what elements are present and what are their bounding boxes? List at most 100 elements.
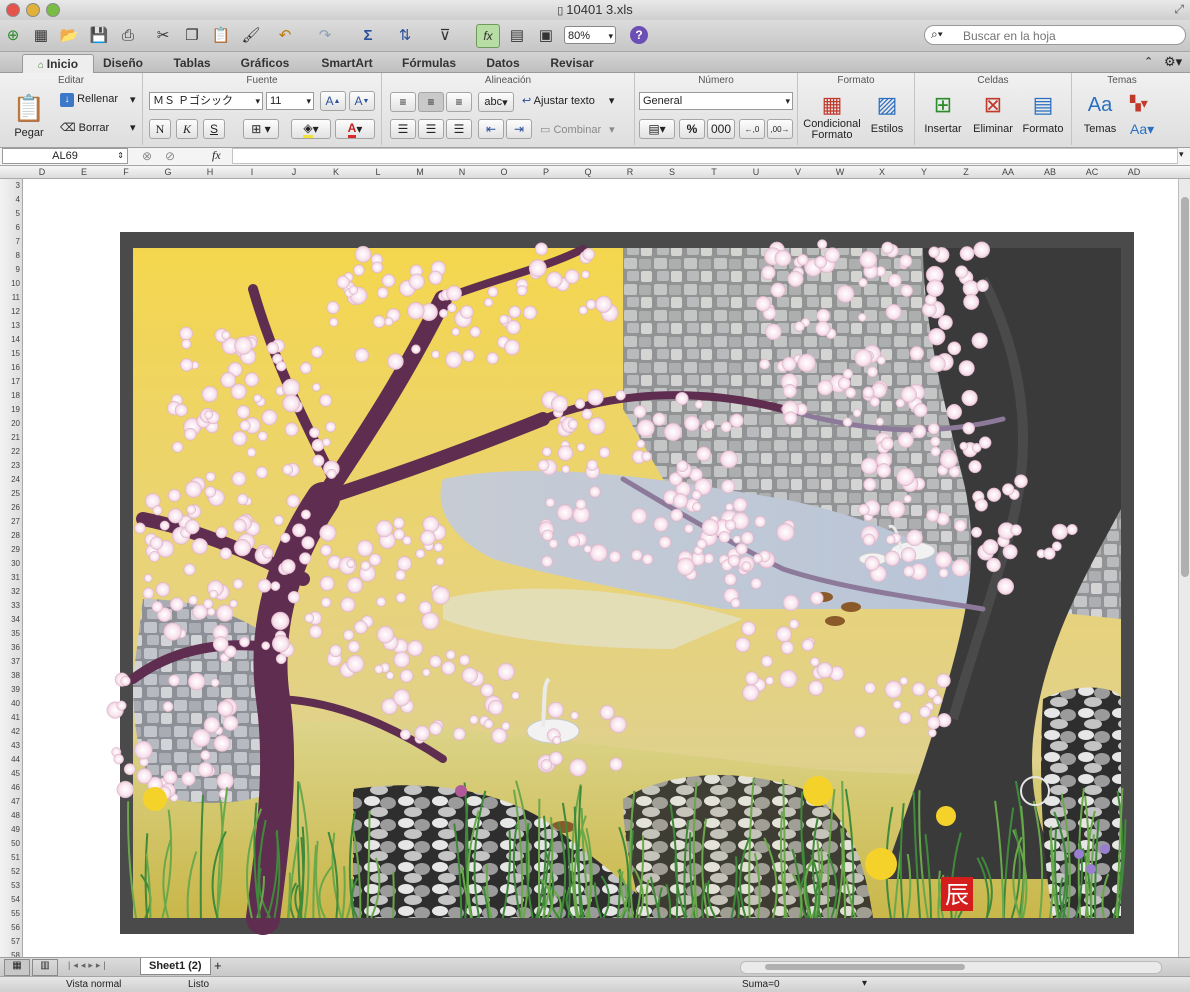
row-header[interactable]: 25 [0, 487, 20, 501]
fill-color-button[interactable]: ◈ ▾ [291, 119, 331, 139]
formula-builder-icon[interactable]: fx [476, 24, 500, 48]
sheet-nav-arrows[interactable]: |◂◂▸▸| [68, 960, 109, 971]
row-header[interactable]: 17 [0, 375, 20, 389]
column-header[interactable]: F [105, 166, 147, 178]
column-header[interactable]: AB [1029, 166, 1071, 178]
function-wizard-button[interactable]: fx [212, 148, 221, 163]
column-header[interactable]: S [651, 166, 693, 178]
row-header[interactable]: 16 [0, 361, 20, 375]
row-header[interactable]: 40 [0, 697, 20, 711]
row-header[interactable]: 35 [0, 627, 20, 641]
borders-button[interactable]: ⊞ ▾ [243, 119, 279, 139]
add-sheet-button[interactable]: + [214, 958, 222, 973]
sheet-tab[interactable]: Sheet1 (2) [140, 958, 211, 975]
theme-fonts-button[interactable]: Aa▾ [1130, 121, 1154, 138]
row-header[interactable]: 8 [0, 249, 20, 263]
row-header[interactable]: 45 [0, 767, 20, 781]
row-header[interactable]: 54 [0, 893, 20, 907]
percent-button[interactable]: % [679, 119, 705, 139]
column-header[interactable]: Z [945, 166, 987, 178]
row-header[interactable]: 7 [0, 235, 20, 249]
text-orientation-button[interactable]: abc ▾ [478, 92, 514, 112]
print-icon[interactable]: ⎙ [117, 24, 139, 46]
artwork-picture[interactable]: 辰 [23, 179, 1178, 957]
search-input[interactable] [961, 28, 1165, 44]
open-icon[interactable]: 📂 [58, 24, 80, 46]
column-header[interactable]: Q [567, 166, 609, 178]
horizontal-scroll-thumb[interactable] [765, 964, 965, 970]
column-header[interactable]: AC [1071, 166, 1113, 178]
tab-revisar[interactable]: Revisar [542, 54, 602, 72]
tab-diseno[interactable]: Diseño [96, 54, 150, 72]
align-middle-button[interactable]: ≡ [418, 92, 444, 112]
row-header[interactable]: 11 [0, 291, 20, 305]
font-color-button[interactable]: A ▾ [335, 119, 375, 139]
row-header[interactable]: 6 [0, 221, 20, 235]
gallery-icon[interactable]: ▦ [30, 24, 52, 46]
sum-status[interactable]: Suma=0 [742, 979, 780, 990]
grow-font-button[interactable]: A ▲ [320, 91, 346, 111]
row-header[interactable]: 30 [0, 557, 20, 571]
cut-icon[interactable]: ✂ [152, 24, 174, 46]
vertical-scrollbar[interactable] [1178, 179, 1190, 957]
column-header[interactable]: U [735, 166, 777, 178]
bold-button[interactable]: N [149, 119, 171, 139]
merge-button[interactable]: ▭ Combinar ▾ [540, 123, 615, 136]
number-format-select[interactable]: General ▾ [639, 92, 793, 110]
row-header[interactable]: 5 [0, 207, 20, 221]
column-header[interactable]: N [441, 166, 483, 178]
row-header[interactable]: 39 [0, 683, 20, 697]
column-header[interactable]: I [231, 166, 273, 178]
column-header[interactable]: X [861, 166, 903, 178]
row-header[interactable]: 42 [0, 725, 20, 739]
decrease-indent-button[interactable]: ⇤ [478, 119, 504, 139]
tab-inicio[interactable]: ⌂ Inicio [22, 54, 94, 73]
row-header[interactable]: 21 [0, 431, 20, 445]
decrease-decimal-button[interactable]: ,00→ [767, 119, 793, 139]
thousands-separator-button[interactable]: 000 [707, 119, 735, 139]
column-header[interactable]: R [609, 166, 651, 178]
row-header[interactable]: 48 [0, 809, 20, 823]
zoom-select[interactable]: 80% ▾ [564, 26, 616, 44]
row-header[interactable]: 43 [0, 739, 20, 753]
row-header[interactable]: 34 [0, 613, 20, 627]
tab-formulas[interactable]: Fórmulas [396, 54, 462, 72]
format-cells-button[interactable]: ▤ Formato [1019, 91, 1067, 135]
increase-indent-button[interactable]: ⇥ [506, 119, 532, 139]
row-header[interactable]: 3 [0, 179, 20, 193]
theme-colors-icon[interactable]: ▚▾ [1130, 95, 1148, 112]
align-center-button[interactable]: ☰ [418, 119, 444, 139]
row-header[interactable]: 52 [0, 865, 20, 879]
row-header[interactable]: 56 [0, 921, 20, 935]
help-icon[interactable]: ? [628, 24, 650, 46]
column-header[interactable]: K [315, 166, 357, 178]
underline-button[interactable]: S [203, 119, 225, 139]
name-box[interactable]: AL69 ⇕ [2, 148, 128, 164]
row-header[interactable]: 47 [0, 795, 20, 809]
autosum-icon[interactable]: Σ [357, 24, 379, 46]
row-header[interactable]: 31 [0, 571, 20, 585]
row-header[interactable]: 49 [0, 823, 20, 837]
toolbox-icon[interactable]: ▤ [506, 24, 528, 46]
cancel-entry-icon[interactable]: ⊗ [142, 149, 152, 163]
column-header[interactable]: J [273, 166, 315, 178]
row-header[interactable]: 50 [0, 837, 20, 851]
row-header[interactable]: 15 [0, 347, 20, 361]
column-header[interactable]: T [693, 166, 735, 178]
column-header[interactable]: H [189, 166, 231, 178]
row-header[interactable]: 41 [0, 711, 20, 725]
column-header[interactable]: P [525, 166, 567, 178]
tab-datos[interactable]: Datos [478, 54, 528, 72]
undo-icon[interactable]: ↶ [274, 24, 296, 46]
horizontal-scrollbar[interactable] [740, 961, 1162, 974]
row-header[interactable]: 22 [0, 445, 20, 459]
increase-decimal-button[interactable]: ←,0 [739, 119, 765, 139]
copy-icon[interactable]: ❐ [181, 24, 203, 46]
row-header[interactable]: 28 [0, 529, 20, 543]
wrap-text-button[interactable]: ↩ Ajustar texto ▾ [522, 94, 614, 107]
row-header[interactable]: 55 [0, 907, 20, 921]
vertical-scroll-thumb[interactable] [1181, 197, 1189, 577]
chevron-down-icon[interactable]: ▾ [862, 978, 867, 989]
column-header[interactable]: D [21, 166, 63, 178]
tab-smartart[interactable]: SmartArt [312, 54, 382, 72]
